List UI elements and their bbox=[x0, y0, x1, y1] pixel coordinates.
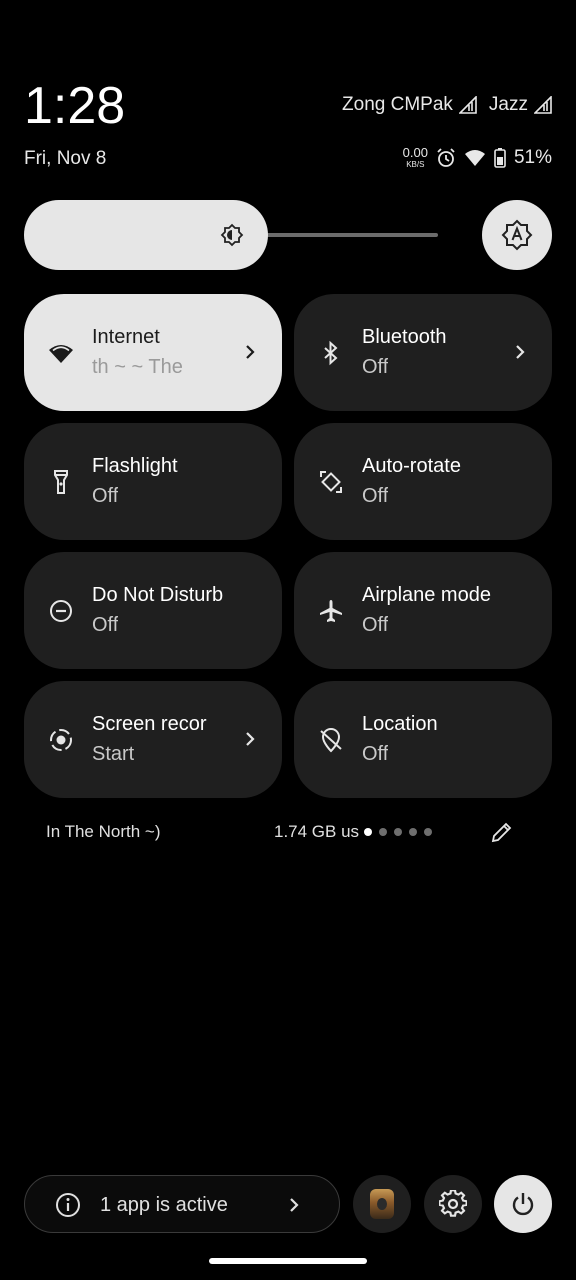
chevron-right-icon bbox=[290, 1198, 299, 1212]
tile-subtitle: Off bbox=[362, 614, 389, 636]
page-dot bbox=[424, 828, 432, 836]
bluetooth-icon bbox=[324, 340, 338, 366]
chevron-right-icon[interactable] bbox=[242, 342, 258, 362]
tile-title: Auto-rotate bbox=[362, 455, 461, 477]
tile-subtitle: Off bbox=[362, 485, 389, 507]
tile-subtitle: th ~ ~ The bbox=[92, 356, 183, 378]
tile-title: Bluetooth bbox=[362, 326, 447, 348]
tile-title: Flashlight bbox=[92, 455, 178, 477]
wifi-icon bbox=[49, 345, 73, 363]
data-usage: 1.74 GB us bbox=[274, 822, 360, 841]
power-icon bbox=[512, 1193, 534, 1216]
net-speed: 0.00 KB/S bbox=[402, 145, 428, 170]
tile-airplane-mode[interactable]: Airplane mode Off bbox=[294, 552, 552, 669]
flashlight-icon bbox=[54, 470, 68, 494]
tile-title: Internet bbox=[92, 326, 160, 348]
do-not-disturb-icon bbox=[50, 600, 72, 622]
signal-strength-icon bbox=[458, 96, 477, 114]
settings-button[interactable] bbox=[424, 1175, 482, 1233]
tile-title: Airplane mode bbox=[362, 584, 491, 606]
user-avatar-button[interactable] bbox=[353, 1175, 411, 1233]
tile-auto-rotate[interactable]: Auto-rotate Off bbox=[294, 423, 552, 540]
tile-subtitle: Off bbox=[362, 356, 389, 378]
page-dot bbox=[394, 828, 402, 836]
net-speed-value: 0.00 bbox=[402, 145, 428, 160]
tile-screen-record[interactable]: Screen recor Start bbox=[24, 681, 282, 798]
tile-subtitle: Off bbox=[92, 614, 119, 636]
tile-do-not-disturb[interactable]: Do Not Disturb Off bbox=[24, 552, 282, 669]
airplane-icon bbox=[320, 600, 342, 622]
page-indicator bbox=[364, 828, 432, 836]
tile-subtitle: Off bbox=[362, 743, 389, 765]
alarm-icon bbox=[437, 147, 455, 167]
carrier-1-label: Zong CMPak bbox=[342, 94, 453, 115]
wifi-icon bbox=[464, 149, 485, 166]
signal-strength-icon bbox=[534, 96, 552, 114]
screen-record-icon bbox=[50, 729, 72, 751]
status-icons: 0.00 KB/S 51% bbox=[402, 145, 552, 170]
tile-internet[interactable]: Internet th ~ ~ The bbox=[24, 294, 282, 411]
location-off-icon bbox=[320, 727, 342, 753]
net-speed-unit: KB/S bbox=[406, 160, 425, 169]
tile-subtitle: Start bbox=[92, 743, 135, 765]
battery-percent: 51% bbox=[513, 146, 552, 168]
page-dot bbox=[364, 828, 372, 836]
chevron-right-icon[interactable] bbox=[242, 729, 258, 749]
tile-flashlight[interactable]: Flashlight Off bbox=[24, 423, 282, 540]
gear-icon bbox=[439, 1190, 467, 1217]
active-apps-button[interactable]: 1 app is active bbox=[24, 1175, 340, 1233]
date: Fri, Nov 8 bbox=[24, 148, 107, 169]
battery-icon bbox=[494, 147, 506, 168]
gesture-nav-bar[interactable] bbox=[209, 1258, 367, 1264]
tile-title: Location bbox=[362, 713, 438, 735]
power-button[interactable] bbox=[494, 1175, 552, 1233]
tile-title: Screen recor bbox=[92, 713, 207, 735]
brightness-slider[interactable] bbox=[24, 200, 438, 270]
carrier-2-label: Jazz bbox=[488, 94, 528, 115]
tile-location[interactable]: Location Off bbox=[294, 681, 552, 798]
info-icon bbox=[56, 1193, 80, 1217]
page-dot bbox=[409, 828, 417, 836]
tile-bluetooth[interactable]: Bluetooth Off bbox=[294, 294, 552, 411]
clock: 1:28 bbox=[24, 77, 126, 135]
avatar bbox=[370, 1189, 394, 1219]
tile-title: Do Not Disturb bbox=[92, 584, 224, 606]
auto-brightness-button[interactable] bbox=[482, 200, 552, 270]
tile-subtitle: Off bbox=[92, 485, 119, 507]
auto-brightness-icon bbox=[501, 219, 533, 251]
auto-rotate-icon bbox=[320, 471, 342, 493]
page-dot bbox=[379, 828, 387, 836]
carrier-info: Zong CMPak Jazz bbox=[342, 94, 552, 116]
chevron-right-icon[interactable] bbox=[512, 342, 528, 362]
edit-pencil-icon[interactable] bbox=[490, 820, 514, 844]
brightness-icon bbox=[220, 223, 244, 247]
network-name: In The North ~) bbox=[46, 822, 161, 841]
active-apps-label: 1 app is active bbox=[100, 1194, 228, 1216]
